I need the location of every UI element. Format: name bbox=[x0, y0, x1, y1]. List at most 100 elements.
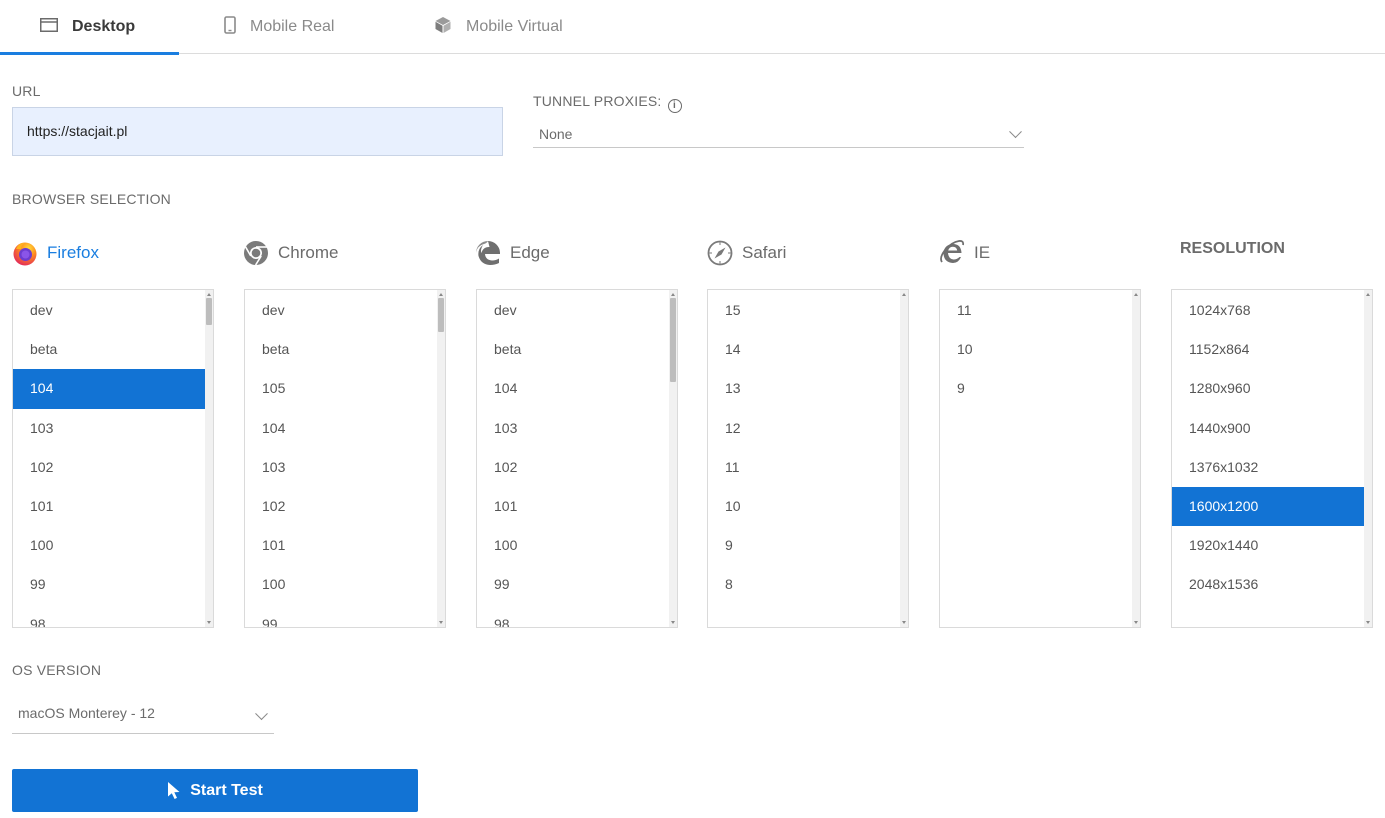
os-version-label: OS VERSION bbox=[12, 662, 102, 678]
internet-explorer-icon bbox=[940, 240, 965, 263]
edge-version-option[interactable]: 102 bbox=[477, 448, 677, 487]
tab-desktop-label: Desktop bbox=[72, 18, 136, 35]
chrome-version-option[interactable]: 101 bbox=[245, 526, 445, 565]
firefox-version-option[interactable]: 99 bbox=[13, 565, 213, 604]
firefox-version-option[interactable]: beta bbox=[13, 330, 213, 369]
chrome-version-option[interactable]: 105 bbox=[245, 369, 445, 408]
url-input[interactable]: https://stacjait.pl bbox=[12, 107, 503, 156]
firefox-version-option[interactable]: 104 bbox=[13, 369, 205, 409]
resolution-option[interactable]: 2048x1536 bbox=[1172, 565, 1372, 604]
edge-version-option[interactable]: 103 bbox=[477, 409, 677, 448]
safari-version-list[interactable]: 15 14 13 12 11 10 9 8 bbox=[707, 289, 909, 628]
tab-mobile-real[interactable]: Mobile Real bbox=[224, 0, 394, 54]
chrome-version-option[interactable]: beta bbox=[245, 330, 445, 369]
browser-firefox-label: Firefox bbox=[47, 243, 99, 262]
chrome-icon bbox=[244, 241, 268, 266]
tunnel-proxies-select[interactable]: None bbox=[533, 120, 1024, 148]
platform-tabs: Desktop Mobile Real Mobile Virtual bbox=[0, 0, 1385, 55]
firefox-version-option[interactable]: 102 bbox=[13, 448, 213, 487]
os-version-value: macOS Monterey - 12 bbox=[18, 705, 155, 721]
resolution-option[interactable]: 1920x1440 bbox=[1172, 526, 1372, 565]
browser-ie[interactable]: IE bbox=[939, 238, 990, 268]
mobile-phone-icon bbox=[224, 15, 236, 39]
resolution-option[interactable]: 1600x1200 bbox=[1172, 486, 1364, 527]
firefox-version-option[interactable]: dev bbox=[13, 291, 213, 330]
start-test-button[interactable]: Start Test bbox=[12, 769, 418, 812]
safari-version-option[interactable]: 12 bbox=[708, 409, 908, 448]
chrome-version-option[interactable]: 102 bbox=[245, 487, 445, 526]
firefox-version-option[interactable]: 98 bbox=[13, 605, 213, 628]
cube-icon bbox=[434, 16, 452, 39]
os-version-select[interactable]: macOS Monterey - 12 bbox=[12, 698, 274, 734]
resolution-list[interactable]: 1024x768 1152x864 1280x960 1440x900 1376x103… bbox=[1171, 289, 1373, 628]
tunnel-proxies-label-text: TUNNEL PROXIES: bbox=[533, 93, 662, 109]
ie-version-list[interactable]: 11 10 9 bbox=[939, 289, 1141, 628]
browser-selection-label: BROWSER SELECTION bbox=[12, 191, 171, 207]
resolution-option[interactable]: 1440x900 bbox=[1172, 409, 1372, 448]
safari-version-option[interactable]: 8 bbox=[708, 565, 908, 604]
start-test-label: Start Test bbox=[190, 781, 263, 799]
safari-version-option[interactable]: 15 bbox=[708, 291, 908, 330]
scrollbar[interactable] bbox=[669, 290, 677, 627]
ie-version-option[interactable]: 10 bbox=[940, 330, 1140, 369]
scrollbar[interactable] bbox=[1132, 290, 1140, 627]
firefox-version-option[interactable]: 103 bbox=[13, 409, 213, 448]
chrome-version-option[interactable]: 100 bbox=[245, 565, 445, 604]
edge-version-option[interactable]: 98 bbox=[477, 605, 677, 628]
safari-version-option[interactable]: 14 bbox=[708, 330, 908, 369]
resolution-option[interactable]: 1024x768 bbox=[1172, 291, 1372, 330]
scrollbar[interactable] bbox=[900, 290, 908, 627]
scrollbar[interactable] bbox=[205, 290, 213, 627]
safari-compass-icon bbox=[707, 240, 733, 266]
browser-edge[interactable]: Edge bbox=[475, 238, 550, 268]
edge-version-option[interactable]: 104 bbox=[477, 369, 677, 408]
firefox-icon bbox=[13, 242, 37, 266]
resolution-option[interactable]: 1152x864 bbox=[1172, 330, 1372, 369]
cursor-pointer-icon bbox=[168, 782, 180, 799]
tab-desktop[interactable]: Desktop bbox=[0, 0, 179, 55]
chrome-version-items: dev beta 105 104 103 102 101 100 99 bbox=[245, 290, 445, 628]
desktop-window-icon bbox=[40, 17, 58, 37]
scrollbar[interactable] bbox=[437, 290, 445, 627]
chrome-version-option[interactable]: 99 bbox=[245, 605, 445, 628]
safari-version-option[interactable]: 11 bbox=[708, 448, 908, 487]
browser-chrome-label: Chrome bbox=[278, 243, 339, 262]
safari-version-option[interactable]: 13 bbox=[708, 369, 908, 408]
safari-version-option[interactable]: 10 bbox=[708, 487, 908, 526]
resolution-option[interactable]: 1376x1032 bbox=[1172, 448, 1372, 487]
chrome-version-option[interactable]: 103 bbox=[245, 448, 445, 487]
firefox-version-option[interactable]: 101 bbox=[13, 487, 213, 526]
browser-ie-label: IE bbox=[974, 243, 991, 262]
scrollbar[interactable] bbox=[1364, 290, 1372, 627]
browser-chrome[interactable]: Chrome bbox=[243, 238, 338, 268]
safari-version-option[interactable]: 9 bbox=[708, 526, 908, 565]
browser-firefox[interactable]: Firefox bbox=[12, 238, 99, 268]
info-icon[interactable]: i bbox=[667, 99, 682, 113]
chevron-down-icon bbox=[1009, 124, 1022, 138]
safari-version-items: 15 14 13 12 11 10 9 8 bbox=[708, 290, 908, 605]
edge-version-option[interactable]: 99 bbox=[477, 565, 677, 604]
edge-version-list[interactable]: dev beta 104 103 102 101 100 99 98 bbox=[476, 289, 678, 628]
tab-mobile-virtual-label: Mobile Virtual bbox=[466, 18, 563, 35]
edge-version-option[interactable]: 100 bbox=[477, 526, 677, 565]
resolution-items: 1024x768 1152x864 1280x960 1440x900 1376x103… bbox=[1172, 290, 1372, 605]
resolution-option[interactable]: 1280x960 bbox=[1172, 369, 1372, 408]
chevron-down-icon bbox=[255, 706, 268, 720]
tab-mobile-virtual[interactable]: Mobile Virtual bbox=[434, 0, 614, 54]
ie-version-option[interactable]: 9 bbox=[940, 369, 1140, 408]
edge-version-option[interactable]: beta bbox=[477, 330, 677, 369]
chrome-version-list[interactable]: dev beta 105 104 103 102 101 100 99 bbox=[244, 289, 446, 628]
ie-version-items: 11 10 9 bbox=[940, 290, 1140, 409]
edge-version-option[interactable]: dev bbox=[477, 291, 677, 330]
browser-safari[interactable]: Safari bbox=[707, 238, 786, 268]
chrome-version-option[interactable]: dev bbox=[245, 291, 445, 330]
edge-icon bbox=[476, 241, 500, 265]
browser-safari-label: Safari bbox=[742, 243, 787, 262]
edge-version-option[interactable]: 101 bbox=[477, 487, 677, 526]
firefox-version-list[interactable]: dev beta 104 103 102 101 100 99 98 bbox=[12, 289, 214, 628]
firefox-version-option[interactable]: 100 bbox=[13, 526, 213, 565]
ie-version-option[interactable]: 11 bbox=[940, 291, 1140, 330]
tunnel-proxies-label: TUNNEL PROXIES: i bbox=[533, 93, 682, 113]
chrome-version-option[interactable]: 104 bbox=[245, 409, 445, 448]
edge-version-items: dev beta 104 103 102 101 100 99 98 bbox=[477, 290, 677, 628]
